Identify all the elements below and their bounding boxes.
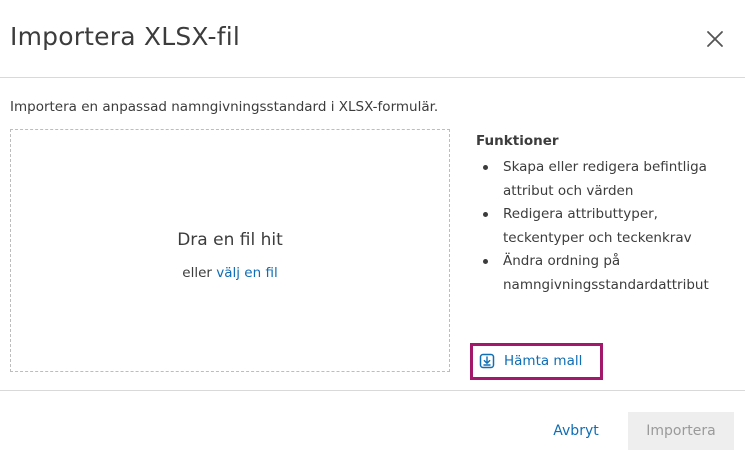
feature-item: Redigera attributtyper, teckentyper och …	[476, 203, 741, 250]
close-icon[interactable]	[703, 27, 727, 51]
features-list: Skapa eller redigera befintliga attribut…	[476, 156, 741, 297]
import-button[interactable]: Importera	[628, 412, 734, 450]
dropzone-subtitle: eller välj en fil	[11, 265, 449, 281]
file-dropzone[interactable]: Dra en fil hit eller välj en fil	[10, 129, 450, 372]
dialog-title: Importera XLSX-fil	[10, 22, 241, 51]
download-template-label: Hämta mall	[504, 353, 583, 369]
feature-item: Skapa eller redigera befintliga attribut…	[476, 156, 741, 203]
choose-file-link[interactable]: välj en fil	[216, 265, 277, 281]
dropzone-title: Dra en fil hit	[177, 230, 283, 250]
download-template-link[interactable]: Hämta mall	[470, 343, 603, 380]
footer-divider	[0, 390, 745, 391]
features-title: Funktioner	[476, 133, 559, 149]
cancel-button[interactable]: Avbryt	[540, 412, 612, 450]
dialog-description: Importera en anpassad namngivningsstanda…	[10, 99, 439, 115]
features-panel: Funktioner Skapa eller redigera befintli…	[476, 133, 741, 297]
feature-item: Ändra ordning på namngivningsstandardatt…	[476, 250, 741, 297]
dropzone-sub-prefix: eller	[182, 265, 212, 281]
dialog-header: Importera XLSX-fil	[0, 0, 745, 78]
download-icon	[479, 353, 495, 369]
